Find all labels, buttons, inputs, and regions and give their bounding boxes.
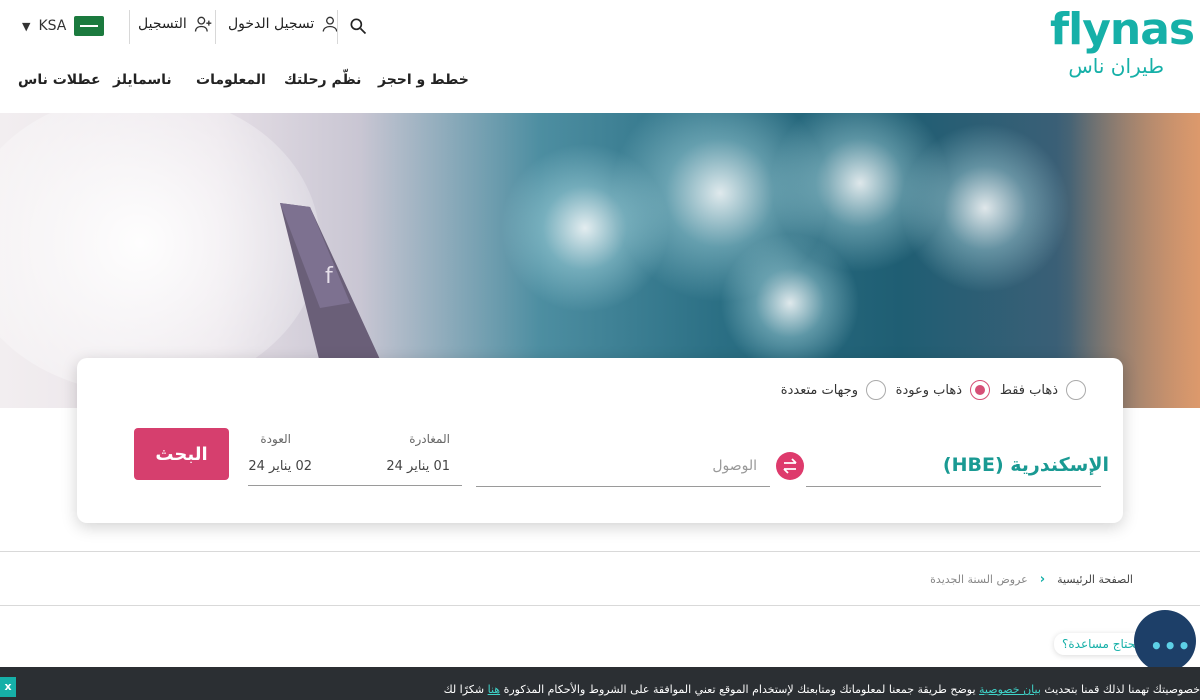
swap-button[interactable] (776, 452, 804, 480)
nav-item-information[interactable]: المعلومات (196, 72, 266, 88)
chevron-down-icon: ▼ (22, 19, 31, 33)
chat-dots-icon: ••• (1150, 634, 1192, 658)
chat-help-button[interactable]: ••• (1134, 610, 1196, 672)
dates-field-underline (248, 485, 462, 486)
header-divider (337, 10, 338, 44)
destination-field[interactable]: الوصول (712, 458, 757, 474)
divider (0, 605, 1200, 606)
search-button[interactable]: البحث (134, 428, 229, 480)
saudi-flag-icon (74, 16, 105, 36)
main-nav: خطط و احجز نظّم رحلتك المعلومات ناسمايلز… (0, 72, 1200, 96)
nav-item-plan-book[interactable]: خطط و احجز (378, 72, 469, 88)
chevron-left-icon: ‹ (1039, 572, 1046, 587)
nav-item-nas-holidays[interactable]: عطلات ناس (18, 72, 101, 88)
top-header: ▼ KSA التسجيل تسجيل الدخول flynas طيران … (0, 0, 1200, 79)
return-date[interactable]: 02 يناير 24 (248, 459, 312, 474)
privacy-text-after: شكرًا لك (443, 683, 485, 696)
breadcrumb-current: عروض السنة الجديدة (930, 573, 1028, 586)
help-prompt[interactable]: تحتاج مساعدة؟ (1054, 633, 1147, 655)
add-user-icon (194, 16, 212, 32)
trip-type-one-way[interactable]: ذهاب فقط (1000, 380, 1086, 400)
logo-text-en: flynas (1050, 4, 1195, 55)
trip-type-label: ذهاب وعودة (895, 382, 962, 398)
return-label: العودة (260, 432, 291, 446)
breadcrumb: الصفحة الرئيسية ‹ عروض السنة الجديدة (930, 572, 1133, 587)
privacy-text-middle: يوضح طريقة جمعنا لمعلوماتك ومتابعتك لإست… (503, 683, 976, 696)
booking-card: ذهاب فقط ذهاب وعودة وجهات متعددة الإسكند… (77, 358, 1123, 523)
privacy-banner: x خصوصيتك تهمنا لذلك قمنا بتحديث بيان خص… (0, 667, 1200, 700)
header-divider (215, 10, 216, 44)
nav-item-nasmiles[interactable]: ناسمايلز (113, 72, 172, 88)
fireworks-burst (720, 233, 860, 373)
register-link[interactable]: التسجيل (138, 14, 213, 34)
origin-field-underline (806, 486, 1101, 487)
divider (0, 551, 1200, 552)
here-link[interactable]: هنا (488, 683, 500, 696)
radio-round-trip[interactable] (970, 380, 990, 400)
login-link[interactable]: تسجيل الدخول (228, 14, 340, 34)
radio-one-way[interactable] (1066, 380, 1086, 400)
departure-label: المغادرة (409, 432, 450, 446)
fireworks-burst (900, 123, 1070, 293)
country-selector[interactable]: ▼ KSA (22, 16, 105, 36)
login-label: تسجيل الدخول (228, 16, 315, 32)
privacy-statement-link[interactable]: بيان خصوصية (979, 683, 1041, 696)
radio-multi-city[interactable] (866, 380, 886, 400)
svg-text:f: f (325, 264, 334, 289)
privacy-text-before: خصوصيتك تهمنا لذلك قمنا بتحديث (1044, 683, 1200, 696)
trip-type-round-trip[interactable]: ذهاب وعودة (896, 380, 990, 400)
register-label: التسجيل (138, 16, 187, 32)
departure-date[interactable]: 01 يناير 24 (386, 459, 450, 474)
country-code: KSA (38, 18, 67, 34)
trip-type-label: وجهات متعددة (780, 382, 858, 398)
nav-item-manage-trip[interactable]: نظّم رحلتك (284, 72, 361, 88)
search-icon[interactable] (348, 16, 368, 36)
header-divider (129, 10, 130, 44)
privacy-text: خصوصيتك تهمنا لذلك قمنا بتحديث بيان خصوص… (444, 683, 1200, 696)
destination-field-underline (476, 486, 770, 487)
trip-type-label: ذهاب فقط (999, 382, 1058, 398)
close-banner-button[interactable]: x (0, 677, 16, 697)
swap-arrows-icon (783, 458, 797, 474)
breadcrumb-home[interactable]: الصفحة الرئيسية (1057, 573, 1133, 586)
origin-field[interactable]: الإسكندرية (HBE) (943, 454, 1109, 476)
trip-type-multi-city[interactable]: وجهات متعددة (781, 380, 886, 400)
